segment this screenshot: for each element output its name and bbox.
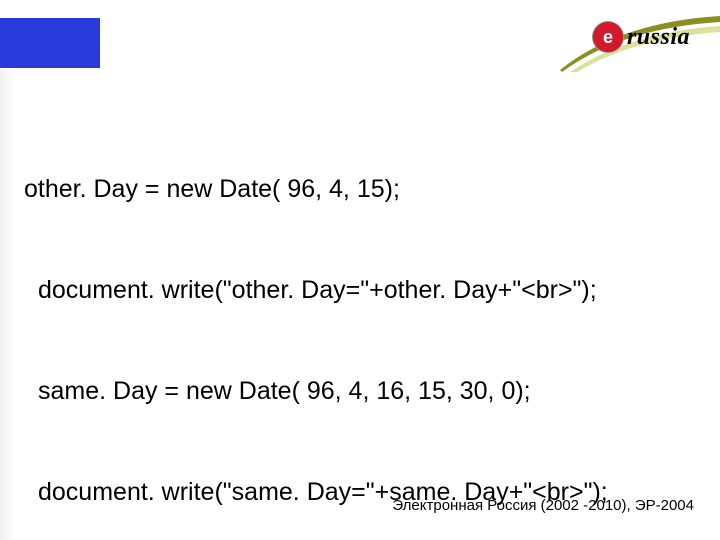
code-line: document. write("other. Day="+other. Day… — [24, 274, 696, 308]
code-block: other. Day = new Date( 96, 4, 15); docum… — [24, 105, 696, 540]
logo-text: russia — [627, 24, 690, 51]
slide-root: e russia other. Day = new Date( 96, 4, 1… — [0, 0, 720, 540]
blue-accent-box — [0, 18, 100, 68]
footer-caption: Электронная Россия (2002 -2010), ЭР-2004 — [392, 497, 694, 514]
left-shadow-rail — [0, 70, 14, 540]
code-line: other. Day = new Date( 96, 4, 15); — [24, 173, 696, 207]
brand-logo: e russia — [593, 22, 690, 52]
code-line: same. Day = new Date( 96, 4, 16, 15, 30,… — [24, 375, 696, 409]
logo-medal-icon: e — [593, 22, 623, 52]
header-accents: e russia — [0, 0, 720, 80]
